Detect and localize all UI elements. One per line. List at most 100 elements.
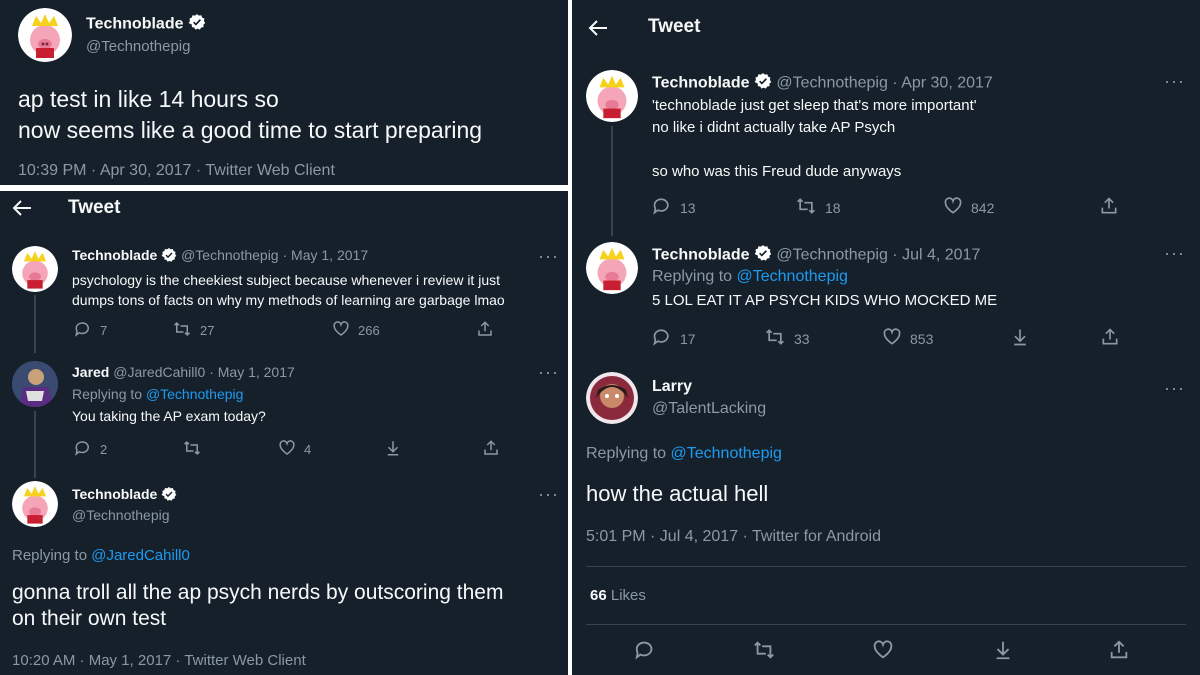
more-icon[interactable]: ···	[1164, 72, 1185, 90]
reply-button[interactable]	[634, 639, 752, 664]
share-button[interactable]	[1100, 327, 1128, 350]
more-icon[interactable]: ···	[1164, 379, 1185, 397]
verified-badge-icon	[754, 244, 772, 267]
more-icon[interactable]: ···	[538, 247, 559, 265]
author-handle[interactable]: @Technothepig	[776, 247, 887, 264]
retweet-icon	[182, 439, 210, 460]
thread-line	[34, 411, 36, 478]
retweet-button[interactable]	[182, 439, 278, 460]
replying-to-link[interactable]: @JaredCahill0	[91, 547, 190, 564]
like-icon	[872, 639, 902, 664]
divider	[586, 566, 1186, 567]
more-icon[interactable]: ···	[538, 485, 559, 503]
avatar-technoblade[interactable]	[586, 242, 638, 294]
tweet-text-line: no like i didnt actually take AP Psych	[652, 119, 896, 136]
share-button[interactable]	[482, 439, 508, 460]
author-name[interactable]: Larry	[652, 378, 692, 396]
like-button[interactable]: 853	[882, 327, 1010, 350]
reply-count: 13	[680, 199, 696, 216]
verified-badge-icon	[754, 72, 772, 95]
share-button[interactable]	[1099, 196, 1127, 219]
author-name[interactable]: Jared	[72, 364, 109, 380]
tweet-date[interactable]: · May 1, 2017	[283, 247, 369, 263]
replying-to-label: Replying to	[586, 445, 667, 462]
tweet-text-line: so who was this Freud dude anyways	[652, 163, 902, 180]
more-icon[interactable]: ···	[1164, 244, 1185, 262]
reply-icon	[652, 196, 680, 219]
retweet-button[interactable]: 33	[764, 327, 882, 350]
retweet-icon	[764, 327, 794, 350]
download-icon	[384, 439, 410, 460]
thread-line	[34, 295, 36, 353]
tweet-text-line: psychology is the cheekiest subject beca…	[72, 272, 500, 288]
avatar-technoblade[interactable]	[586, 70, 638, 122]
divider	[586, 624, 1186, 625]
retweet-icon	[795, 196, 825, 219]
back-arrow-icon[interactable]	[588, 19, 608, 42]
retweet-button[interactable]: 27	[172, 320, 332, 341]
verified-badge-icon	[161, 247, 177, 266]
author-handle[interactable]: @Technothepig	[72, 507, 170, 523]
tweet-timestamp[interactable]: 10:39 PM · Apr 30, 2017 · Twitter Web Cl…	[18, 162, 335, 180]
like-icon	[882, 327, 910, 350]
verified-badge-icon	[188, 13, 206, 36]
like-button[interactable]: 266	[332, 320, 476, 341]
like-count: 266	[358, 323, 380, 338]
tweet-date[interactable]: · Jul 4, 2017	[892, 247, 980, 264]
download-icon	[992, 639, 1022, 664]
like-button[interactable]: 4	[278, 439, 384, 460]
author-name[interactable]: Technoblade	[72, 247, 157, 263]
retweet-button[interactable]	[752, 639, 872, 664]
tweet-panel-bottom-left: Tweet Technoblade @Technothepig · May 1,…	[0, 191, 568, 675]
avatar-technoblade[interactable]	[12, 246, 58, 292]
reply-icon	[634, 639, 664, 664]
tweet-timestamp[interactable]: 5:01 PM · Jul 4, 2017 · Twitter for Andr…	[586, 528, 881, 546]
share-icon	[1108, 639, 1138, 664]
avatar-technoblade[interactable]	[18, 8, 72, 62]
share-button[interactable]	[476, 320, 502, 341]
reply-button[interactable]: 2	[74, 439, 182, 460]
likes-summary[interactable]: 66 Likes	[590, 587, 646, 604]
like-button[interactable]: 842	[943, 196, 1099, 219]
avatar-technoblade[interactable]	[12, 481, 58, 527]
author-handle[interactable]: @Technothepig	[86, 38, 190, 55]
author-name[interactable]: Technoblade	[86, 16, 184, 33]
download-button[interactable]	[1010, 327, 1100, 350]
back-arrow-icon[interactable]	[12, 199, 32, 222]
download-icon	[1010, 327, 1038, 350]
author-name[interactable]: Technoblade	[652, 75, 750, 92]
share-button[interactable]	[1108, 639, 1138, 664]
retweet-icon	[752, 639, 784, 664]
tweet-text: You taking the AP exam today?	[72, 408, 266, 424]
tweet-date[interactable]: · Apr 30, 2017	[892, 75, 993, 92]
retweet-button[interactable]: 18	[795, 196, 943, 219]
share-icon	[1099, 196, 1127, 219]
download-button[interactable]	[384, 439, 482, 460]
share-icon	[482, 439, 508, 460]
tweet-date[interactable]: · May 1, 2017	[209, 364, 295, 380]
avatar-larry[interactable]	[586, 372, 638, 424]
replying-to-label: Replying to	[652, 268, 733, 285]
replying-to-link[interactable]: @Technothepig	[671, 445, 782, 462]
author-handle[interactable]: @Technothepig	[181, 247, 279, 263]
reply-button[interactable]: 7	[74, 320, 172, 341]
thread-line	[611, 126, 613, 236]
more-icon[interactable]: ···	[538, 363, 559, 381]
tweet-timestamp[interactable]: 10:20 AM · May 1, 2017 · Twitter Web Cli…	[12, 652, 306, 669]
avatar-jared[interactable]	[12, 361, 58, 407]
author-handle[interactable]: @Technothepig	[776, 75, 887, 92]
tweet-panel-top-left: Technoblade @Technothepig ap test in lik…	[0, 0, 568, 185]
download-button[interactable]	[992, 639, 1108, 664]
header-title: Tweet	[648, 16, 701, 37]
reply-button[interactable]: 13	[652, 196, 795, 219]
like-button[interactable]	[872, 639, 992, 664]
reply-button[interactable]: 17	[652, 327, 764, 350]
like-count: 4	[304, 442, 312, 457]
author-handle[interactable]: @JaredCahill0	[113, 364, 205, 380]
author-name[interactable]: Technoblade	[652, 247, 750, 264]
tweet-text-line: 'technoblade just get sleep that's more …	[652, 97, 977, 114]
author-handle[interactable]: @TalentLacking	[652, 400, 766, 418]
replying-to-link[interactable]: @Technothepig	[737, 268, 848, 285]
author-name[interactable]: Technoblade	[72, 486, 157, 502]
replying-to-link[interactable]: @Technothepig	[146, 386, 244, 402]
